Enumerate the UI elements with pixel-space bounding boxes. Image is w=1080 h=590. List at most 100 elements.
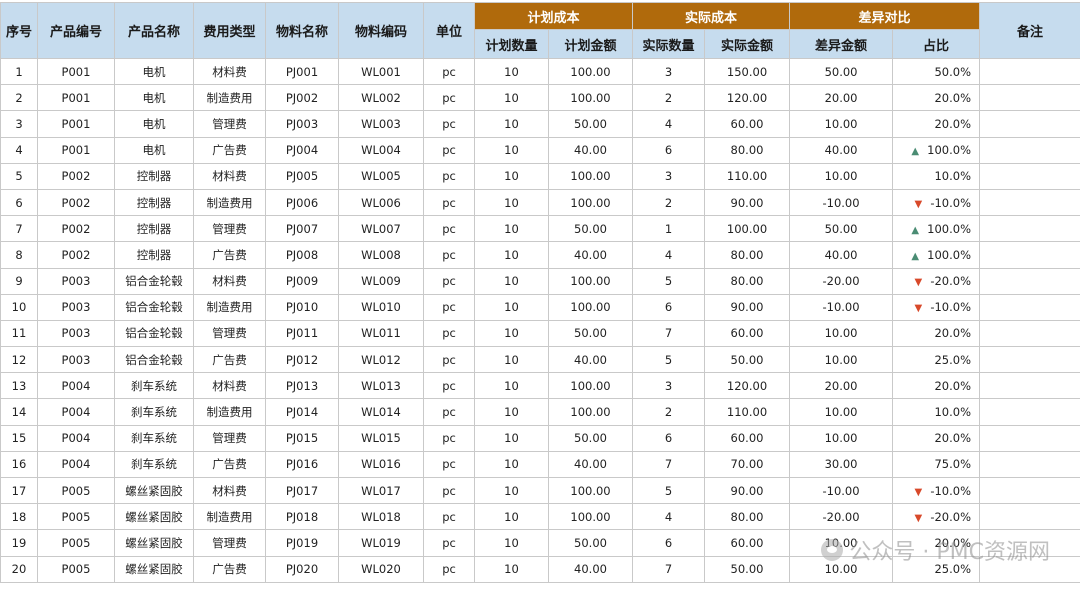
cell-remark[interactable] [979, 293, 1080, 321]
cell-diff-amount[interactable]: 50.00 [789, 215, 894, 243]
cell-seq[interactable]: 2 [0, 84, 38, 112]
cell-actual-qty[interactable]: 6 [632, 529, 706, 557]
cell-diff-amount[interactable]: -20.00 [789, 267, 894, 295]
cell-product-name[interactable]: 控制器 [114, 162, 194, 190]
cell-product-code[interactable]: P003 [37, 346, 115, 374]
cell-material-code[interactable]: WL001 [338, 57, 424, 86]
cell-material-code[interactable]: WL004 [338, 136, 424, 164]
cell-ratio[interactable]: ▼ -10.0% [892, 188, 981, 217]
cell-product-code[interactable]: P003 [37, 293, 115, 321]
cell-product-code[interactable]: P002 [37, 241, 115, 269]
cell-ratio[interactable]: ▼ -20.0% [892, 503, 981, 531]
cell-material-code[interactable]: WL010 [338, 293, 424, 321]
cell-actual-amount[interactable]: 150.00 [704, 57, 791, 86]
cell-unit[interactable]: pc [423, 555, 475, 583]
cell-material-code[interactable]: WL015 [338, 424, 424, 452]
cell-unit[interactable]: pc [423, 293, 475, 321]
cell-material-name[interactable]: PJ020 [265, 555, 339, 583]
cell-plan-amount[interactable]: 40.00 [547, 450, 634, 479]
cell-plan-qty[interactable]: 10 [474, 450, 549, 479]
cell-cost-type[interactable]: 材料费 [193, 372, 266, 400]
cell-product-code[interactable]: P004 [37, 372, 115, 400]
cell-product-name[interactable]: 电机 [114, 57, 194, 86]
cell-unit[interactable]: pc [423, 503, 475, 531]
cell-product-name[interactable]: 铝合金轮毂 [114, 267, 194, 295]
cell-unit[interactable]: pc [423, 319, 475, 348]
cell-diff-amount[interactable]: -10.00 [789, 476, 894, 505]
cell-ratio[interactable]: 10.0% [892, 162, 981, 190]
cell-actual-amount[interactable]: 60.00 [704, 424, 791, 452]
cell-cost-type[interactable]: 制造费用 [193, 503, 266, 531]
cell-product-code[interactable]: P002 [37, 162, 115, 190]
cell-unit[interactable]: pc [423, 529, 475, 557]
cell-plan-qty[interactable]: 10 [474, 188, 549, 217]
cell-unit[interactable]: pc [423, 241, 475, 269]
cell-plan-amount[interactable]: 100.00 [547, 372, 634, 400]
cell-material-code[interactable]: WL006 [338, 188, 424, 217]
cell-product-name[interactable]: 控制器 [114, 215, 194, 243]
cell-cost-type[interactable]: 管理费 [193, 319, 266, 348]
cell-product-code[interactable]: P003 [37, 267, 115, 295]
cell-actual-qty[interactable]: 4 [632, 503, 706, 531]
cell-product-code[interactable]: P003 [37, 319, 115, 348]
cell-actual-amount[interactable]: 120.00 [704, 372, 791, 400]
cell-product-code[interactable]: P004 [37, 398, 115, 426]
cell-actual-amount[interactable]: 90.00 [704, 476, 791, 505]
cell-product-code[interactable]: P001 [37, 136, 115, 164]
cell-diff-amount[interactable]: 10.00 [789, 162, 894, 190]
cell-material-name[interactable]: PJ006 [265, 188, 339, 217]
cell-actual-qty[interactable]: 3 [632, 162, 706, 190]
cell-remark[interactable] [979, 84, 1080, 112]
cell-ratio[interactable]: 25.0% [892, 346, 981, 374]
cell-actual-qty[interactable]: 1 [632, 215, 706, 243]
cell-plan-amount[interactable]: 40.00 [547, 555, 634, 583]
cell-material-name[interactable]: PJ008 [265, 241, 339, 269]
cell-seq[interactable]: 14 [0, 398, 38, 426]
cell-remark[interactable] [979, 503, 1080, 531]
cell-remark[interactable] [979, 267, 1080, 295]
cell-product-name[interactable]: 铝合金轮毂 [114, 319, 194, 348]
cell-ratio[interactable]: ▼ -10.0% [892, 293, 981, 321]
cell-diff-amount[interactable]: 30.00 [789, 450, 894, 479]
cell-unit[interactable]: pc [423, 215, 475, 243]
cell-diff-amount[interactable]: 10.00 [789, 319, 894, 348]
cell-diff-amount[interactable]: 20.00 [789, 84, 894, 112]
cell-unit[interactable]: pc [423, 267, 475, 295]
cell-plan-qty[interactable]: 10 [474, 319, 549, 348]
cell-diff-amount[interactable]: -20.00 [789, 503, 894, 531]
cell-material-name[interactable]: PJ009 [265, 267, 339, 295]
cell-actual-qty[interactable]: 7 [632, 450, 706, 479]
cell-actual-amount[interactable]: 60.00 [704, 110, 791, 138]
cell-material-code[interactable]: WL012 [338, 346, 424, 374]
cell-remark[interactable] [979, 241, 1080, 269]
cell-remark[interactable] [979, 424, 1080, 452]
cell-unit[interactable]: pc [423, 110, 475, 138]
cell-material-code[interactable]: WL014 [338, 398, 424, 426]
cell-plan-qty[interactable]: 10 [474, 372, 549, 400]
cell-plan-amount[interactable]: 40.00 [547, 241, 634, 269]
cell-material-name[interactable]: PJ012 [265, 346, 339, 374]
cell-product-name[interactable]: 刹车系统 [114, 450, 194, 479]
cell-product-name[interactable]: 螺丝紧固胶 [114, 555, 194, 583]
cell-plan-amount[interactable]: 100.00 [547, 293, 634, 321]
cell-cost-type[interactable]: 广告费 [193, 346, 266, 374]
cell-actual-amount[interactable]: 80.00 [704, 241, 791, 269]
cell-actual-amount[interactable]: 50.00 [704, 346, 791, 374]
cell-product-name[interactable]: 刹车系统 [114, 398, 194, 426]
cell-actual-qty[interactable]: 7 [632, 319, 706, 348]
cell-plan-amount[interactable]: 50.00 [547, 529, 634, 557]
cell-cost-type[interactable]: 广告费 [193, 136, 266, 164]
cell-diff-amount[interactable]: -10.00 [789, 188, 894, 217]
cell-product-code[interactable]: P005 [37, 555, 115, 583]
cell-plan-amount[interactable]: 100.00 [547, 476, 634, 505]
cell-seq[interactable]: 6 [0, 188, 38, 217]
cell-plan-qty[interactable]: 10 [474, 84, 549, 112]
cell-material-name[interactable]: PJ017 [265, 476, 339, 505]
cell-remark[interactable] [979, 162, 1080, 190]
cell-actual-amount[interactable]: 60.00 [704, 319, 791, 348]
cell-plan-amount[interactable]: 100.00 [547, 503, 634, 531]
cell-ratio[interactable]: 20.0% [892, 110, 981, 138]
cell-seq[interactable]: 4 [0, 136, 38, 164]
cell-actual-qty[interactable]: 6 [632, 136, 706, 164]
cell-unit[interactable]: pc [423, 57, 475, 86]
